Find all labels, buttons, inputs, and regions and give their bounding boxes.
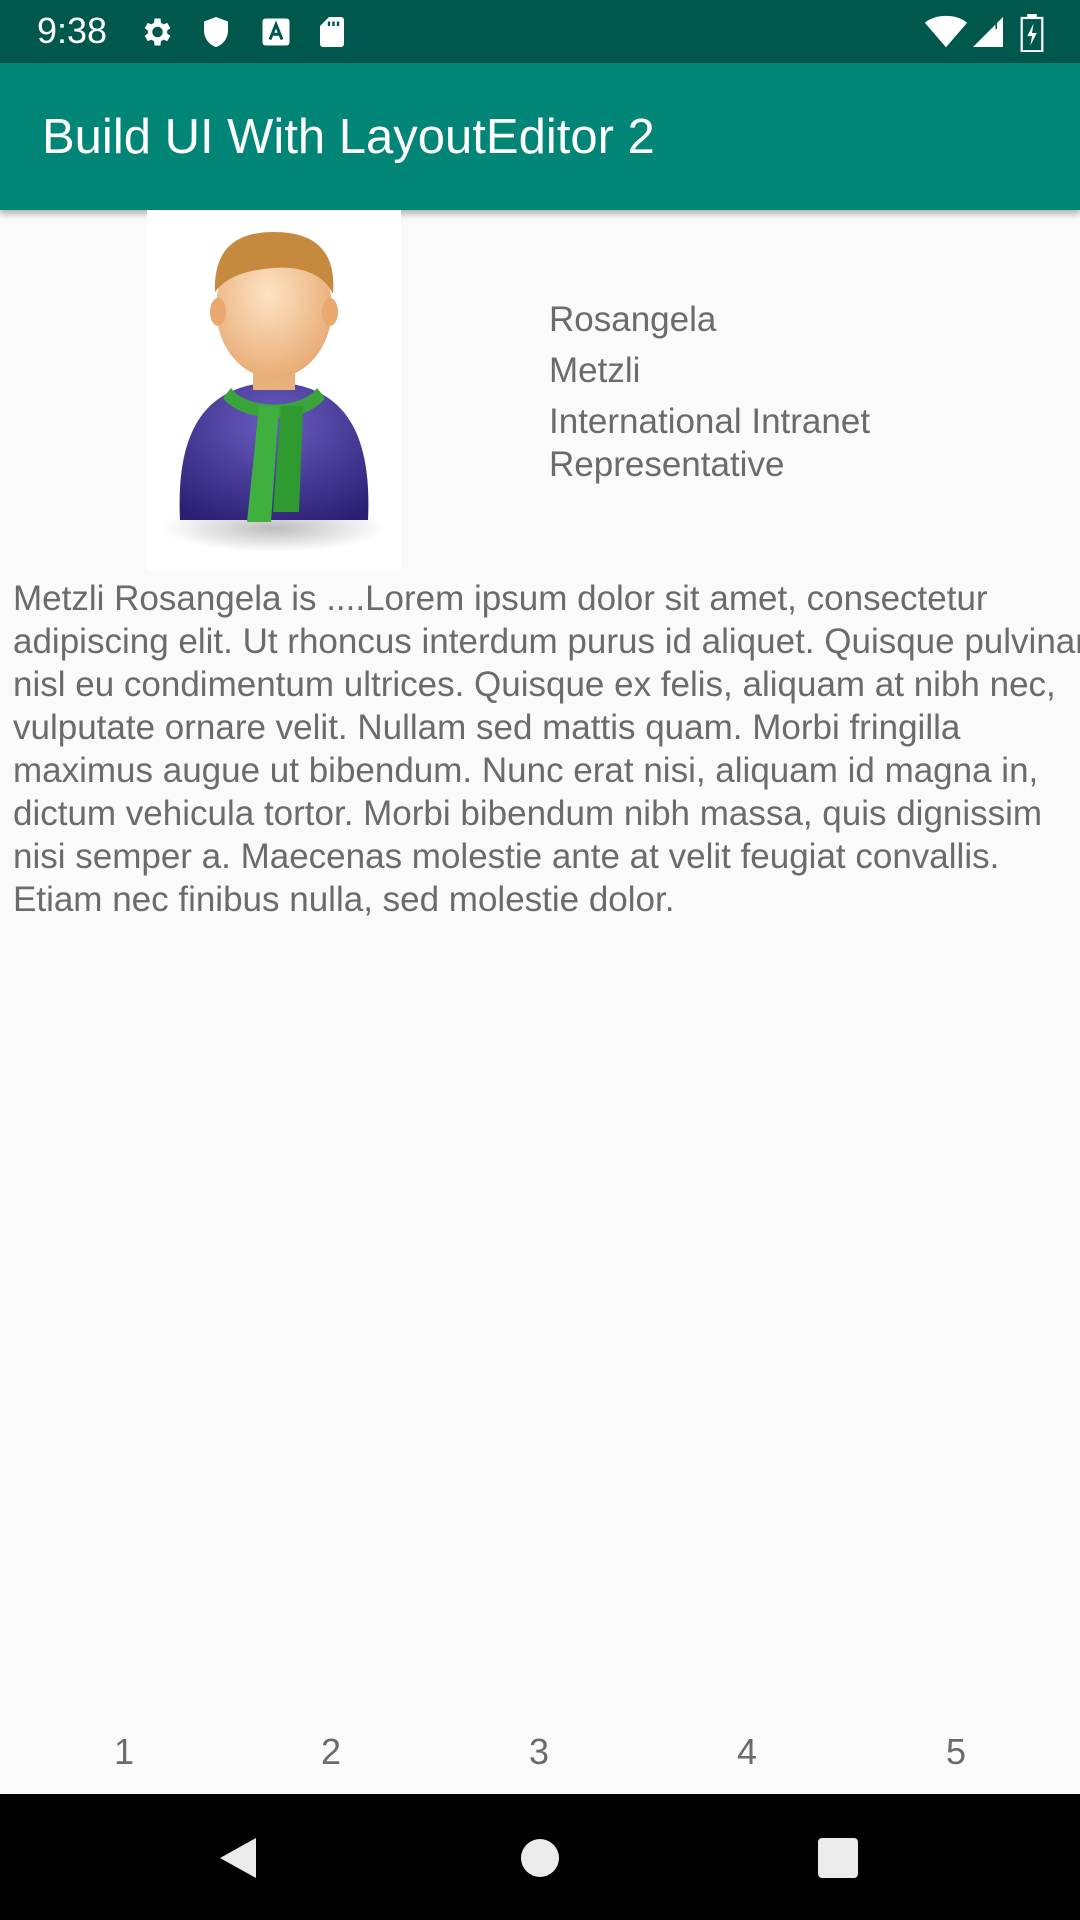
back-icon[interactable]: [206, 1826, 270, 1890]
wifi-icon: [924, 14, 968, 50]
page-4[interactable]: 4: [717, 1730, 777, 1774]
signal-icon: [970, 14, 1006, 50]
app-bar: Build UI With LayoutEditor 2: [0, 63, 1080, 210]
page-2[interactable]: 2: [301, 1730, 361, 1774]
gear-icon: [138, 14, 174, 50]
first-name: Rosangela: [549, 300, 717, 339]
battery-icon: [1018, 14, 1046, 53]
last-name: Metzli: [549, 351, 641, 390]
shield-icon: [198, 14, 234, 50]
bio-text: Metzli Rosangela is ....Lorem ipsum dolo…: [13, 579, 1080, 919]
page-5[interactable]: 5: [926, 1730, 986, 1774]
job-title: International Intranet Representative: [549, 402, 871, 484]
navigation-bar: [0, 1794, 1080, 1920]
sd-card-icon: [314, 14, 350, 50]
status-bar: 9:38: [0, 0, 1080, 63]
screen: 9:38 Build UI With LayoutEditor 2 Rosang…: [0, 0, 1080, 1920]
page-1[interactable]: 1: [94, 1730, 154, 1774]
app-title: Build UI With LayoutEditor 2: [42, 110, 655, 164]
a-icon: [258, 14, 294, 50]
page-3[interactable]: 3: [509, 1730, 569, 1774]
status-time: 9:38: [37, 10, 108, 51]
recents-icon[interactable]: [806, 1826, 870, 1890]
home-icon[interactable]: [508, 1826, 572, 1890]
person-avatar-icon: [147, 210, 401, 570]
